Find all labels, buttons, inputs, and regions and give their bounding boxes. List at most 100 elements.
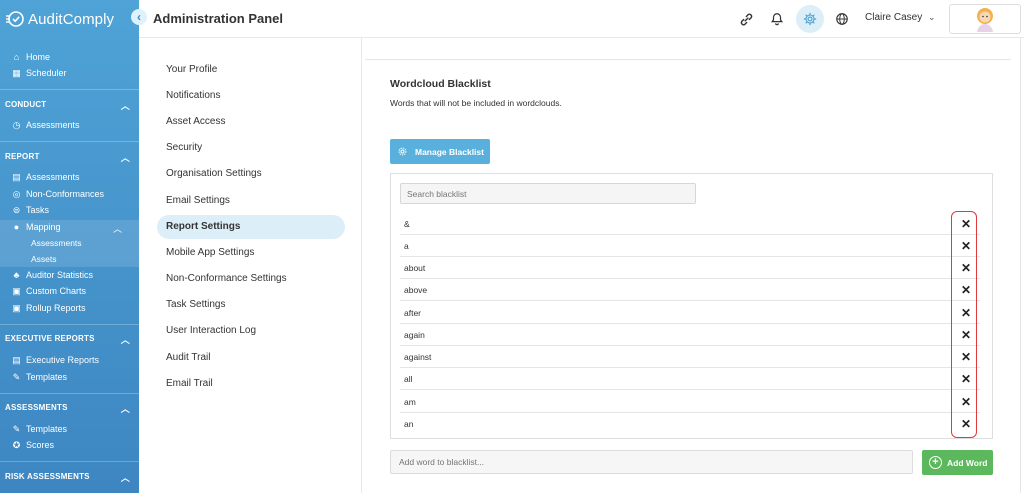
sidebar-item-label: Tasks bbox=[26, 205, 50, 215]
search-blacklist-input[interactable] bbox=[400, 183, 696, 204]
brand[interactable]: AuditComply bbox=[6, 8, 114, 30]
word-text: again bbox=[404, 330, 425, 340]
sidebar-item-label: Mapping bbox=[26, 222, 61, 232]
calendar-icon: ▦ bbox=[12, 67, 21, 78]
list-item: against ✕ bbox=[400, 346, 980, 368]
chevron-up-icon: ︿ bbox=[120, 101, 130, 111]
sidebar-item-rollup-reports[interactable]: ▣ Rollup Reports bbox=[12, 302, 86, 313]
section-conduct[interactable]: CONDUCT ︿ bbox=[0, 93, 139, 115]
sidebar-item-label: Auditor Statistics bbox=[26, 270, 94, 280]
sidebar-item-label: Assessments bbox=[26, 120, 80, 130]
section-label: RISK ASSESSMENTS bbox=[5, 471, 90, 481]
list-icon: ▤ bbox=[12, 354, 21, 365]
add-word-button[interactable]: + Add Word bbox=[922, 450, 993, 475]
menu-item-audit-trail[interactable]: Audit Trail bbox=[157, 346, 345, 370]
sidebar-item-scores[interactable]: ✪ Scores bbox=[12, 440, 54, 450]
content-divider bbox=[365, 59, 1011, 60]
list-item: about ✕ bbox=[400, 257, 980, 279]
settings-gear-icon[interactable] bbox=[796, 5, 824, 33]
section-risk-assessments[interactable]: RISK ASSESSMENTS ︿ bbox=[0, 465, 139, 487]
list-item: above ✕ bbox=[400, 279, 980, 301]
chevron-up-icon: ︿ bbox=[120, 473, 130, 483]
avatar[interactable] bbox=[949, 4, 1021, 34]
plus-circle-icon: + bbox=[929, 456, 942, 469]
brand-name: AuditComply bbox=[28, 10, 115, 28]
divider bbox=[0, 324, 139, 325]
page-title: Administration Panel bbox=[153, 11, 284, 26]
menu-item-report-settings[interactable]: Report Settings bbox=[157, 215, 345, 239]
user-name[interactable]: Claire Casey bbox=[865, 12, 922, 23]
sidebar-item-mapping[interactable]: ● Mapping bbox=[12, 222, 61, 232]
divider bbox=[0, 461, 139, 462]
word-text: above bbox=[404, 285, 428, 295]
sidebar-item-conduct-assessments[interactable]: ◷ Assessments bbox=[12, 120, 80, 130]
section-label: CONDUCT bbox=[5, 99, 47, 109]
chevron-up-icon[interactable]: ︿ bbox=[113, 222, 122, 235]
section-report[interactable]: REPORT ︿ bbox=[0, 145, 139, 167]
sidebar-item-label: Non-Conformances bbox=[26, 189, 105, 199]
sidebar-item-label: Executive Reports bbox=[26, 355, 100, 365]
menu-item-organisation-settings[interactable]: Organisation Settings bbox=[157, 162, 345, 186]
add-word-input[interactable] bbox=[390, 450, 913, 474]
sidebar-item-label: Home bbox=[26, 52, 51, 62]
section-assessments[interactable]: ASSESSMENTS ︿ bbox=[0, 396, 139, 418]
edit-icon: ✎ bbox=[12, 371, 21, 382]
button-label: Add Word bbox=[947, 457, 988, 468]
menu-item-mobile-app-settings[interactable]: Mobile App Settings bbox=[157, 241, 345, 265]
collapse-sidebar-button[interactable]: ‹ bbox=[131, 9, 147, 25]
brand-logo-icon bbox=[6, 11, 24, 27]
list-item: all ✕ bbox=[400, 368, 980, 390]
sidebar-subitem-mapping-assets[interactable]: Assets bbox=[31, 254, 57, 264]
list-icon: ▤ bbox=[12, 171, 21, 182]
sidebar-item-report-assessments[interactable]: ▤ Assessments bbox=[12, 171, 80, 182]
list-item: an ✕ bbox=[400, 413, 980, 435]
sidebar-subitem-mapping-assessments[interactable]: Assessments bbox=[31, 238, 82, 248]
menu-item-task-settings[interactable]: Task Settings bbox=[157, 293, 345, 317]
settings-menu: Your Profile Notifications Asset Access … bbox=[139, 38, 362, 493]
manage-blacklist-button[interactable]: Manage Blacklist bbox=[390, 139, 490, 164]
word-text: a bbox=[404, 241, 409, 251]
word-text: after bbox=[404, 308, 422, 318]
sidebar-item-home[interactable]: ⌂ Home bbox=[12, 52, 50, 62]
chevron-down-icon[interactable]: ⌄ bbox=[928, 12, 936, 23]
sidebar-item-custom-charts[interactable]: ▣ Custom Charts bbox=[12, 286, 86, 296]
sidebar-item-non-conformances[interactable]: ◎ Non-Conformances bbox=[12, 189, 104, 199]
sidebar-item-executive-templates[interactable]: ✎ Templates bbox=[12, 372, 67, 382]
link-icon[interactable] bbox=[737, 10, 755, 28]
section-executive-reports[interactable]: EXECUTIVE REPORTS ︿ bbox=[0, 327, 139, 349]
menu-item-email-trail[interactable]: Email Trail bbox=[157, 372, 345, 396]
sidebar-item-label: Assessments bbox=[26, 172, 80, 182]
globe-icon[interactable] bbox=[833, 10, 851, 28]
sidebar-item-label: Templates bbox=[26, 424, 68, 434]
sidebar-item-label: Rollup Reports bbox=[26, 303, 86, 313]
sidebar-item-auditor-statistics[interactable]: ♣ Auditor Statistics bbox=[12, 270, 93, 280]
word-text: about bbox=[404, 263, 426, 273]
menu-item-notifications[interactable]: Notifications bbox=[157, 84, 345, 108]
remove-column-highlight bbox=[951, 211, 977, 438]
word-text: am bbox=[404, 397, 416, 407]
menu-item-security[interactable]: Security bbox=[157, 136, 345, 160]
chevron-up-icon: ︿ bbox=[120, 153, 130, 163]
edit-icon: ✎ bbox=[12, 423, 21, 434]
sidebar-item-tasks[interactable]: ⊜ Tasks bbox=[12, 205, 49, 215]
bell-icon[interactable] bbox=[768, 10, 786, 28]
sidebar-item-scheduler[interactable]: ▦ Scheduler bbox=[12, 67, 66, 78]
top-header: Administration Panel Claire Casey ⌄ bbox=[139, 0, 1024, 38]
menu-item-email-settings[interactable]: Email Settings bbox=[157, 189, 345, 213]
gear-icon bbox=[398, 147, 407, 156]
menu-item-user-interaction-log[interactable]: User Interaction Log bbox=[157, 319, 345, 343]
menu-item-non-conformance-settings[interactable]: Non-Conformance Settings bbox=[157, 267, 345, 291]
chart-icon: ▣ bbox=[12, 302, 21, 313]
map-pin-icon: ● bbox=[13, 221, 20, 232]
word-text: all bbox=[404, 374, 413, 384]
sidebar-item-assessment-templates[interactable]: ✎ Templates bbox=[12, 424, 67, 434]
menu-item-asset-access[interactable]: Asset Access bbox=[157, 110, 345, 134]
section-description: Words that will not be included in wordc… bbox=[390, 98, 562, 108]
section-title: Wordcloud Blacklist bbox=[390, 78, 491, 90]
tasks-icon: ⊜ bbox=[12, 204, 21, 215]
word-text: an bbox=[404, 419, 414, 429]
home-icon: ⌂ bbox=[13, 51, 20, 62]
sidebar-item-executive-reports[interactable]: ▤ Executive Reports bbox=[12, 355, 99, 365]
divider bbox=[0, 141, 139, 142]
menu-item-your-profile[interactable]: Your Profile bbox=[157, 58, 345, 82]
